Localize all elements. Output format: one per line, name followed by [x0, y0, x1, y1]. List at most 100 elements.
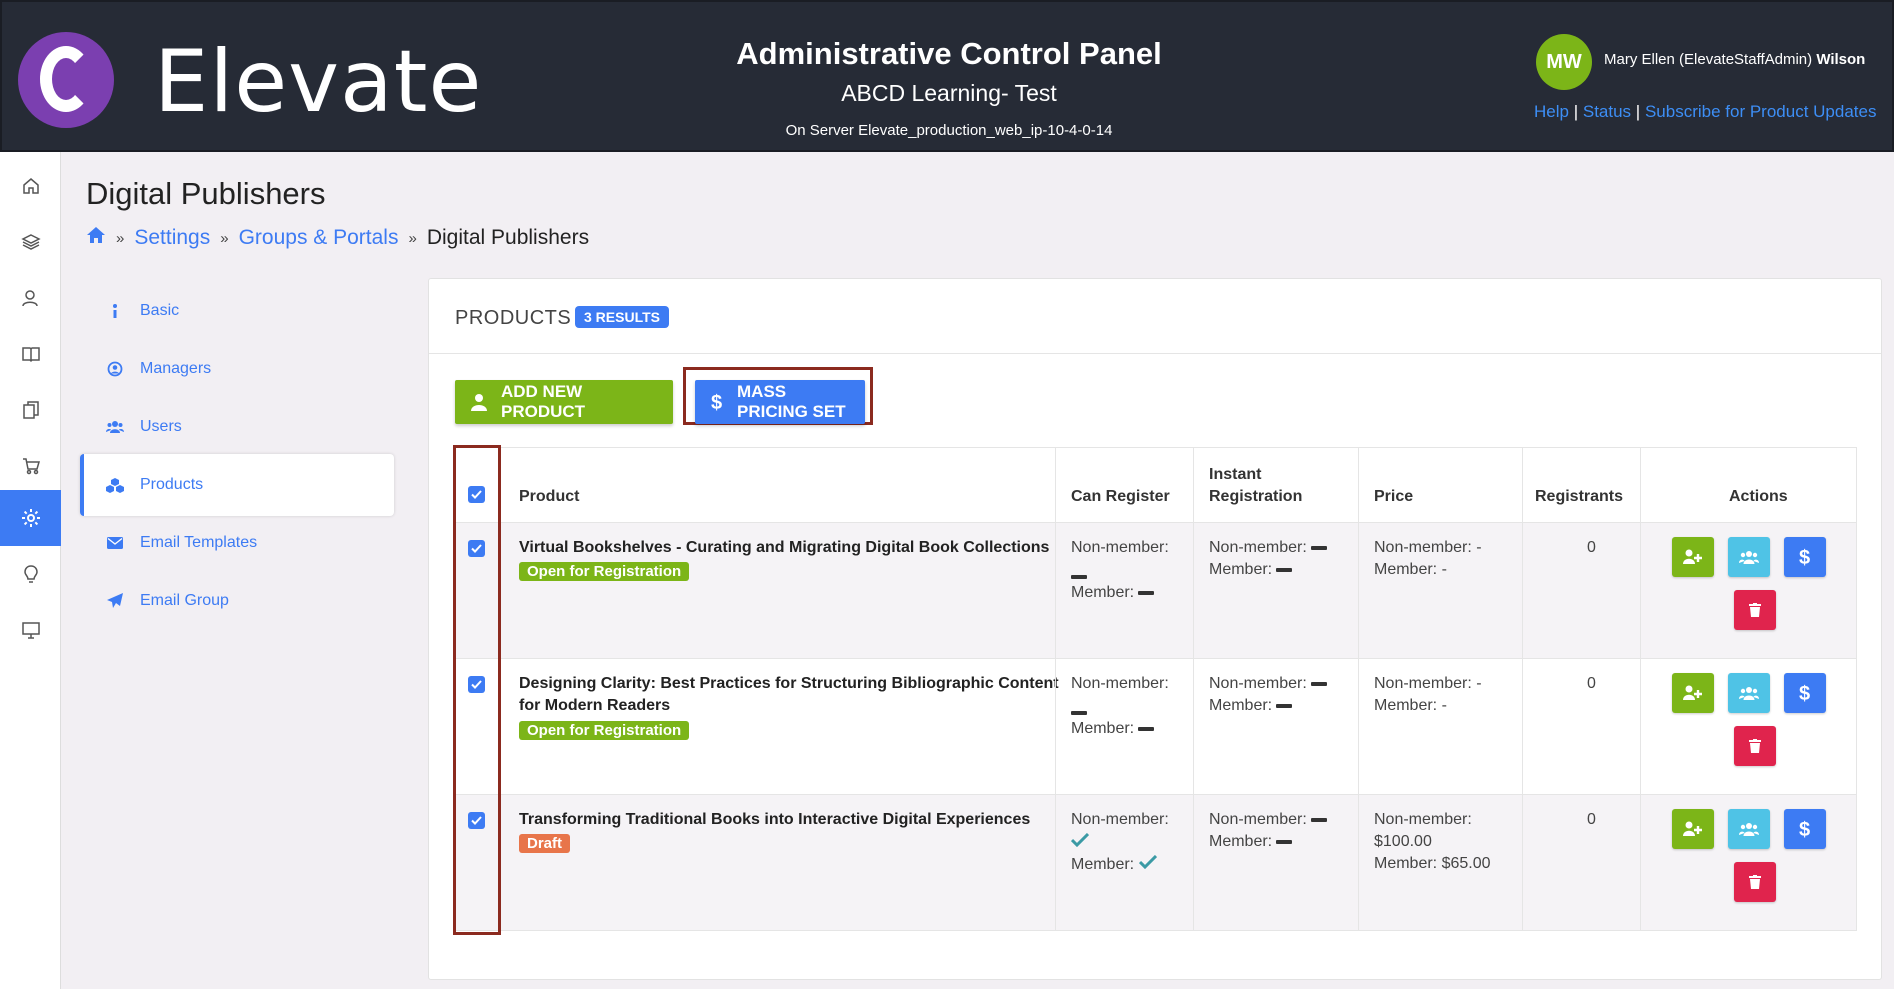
home-icon[interactable] [0, 158, 61, 214]
menu-item-managers[interactable]: Managers [80, 338, 394, 400]
cart-icon[interactable] [0, 438, 61, 494]
delete-button[interactable] [1734, 590, 1776, 630]
view-registrants-button[interactable] [1728, 809, 1770, 849]
menu-item-products[interactable]: Products [80, 454, 394, 516]
price-member: Member: - [1374, 697, 1447, 714]
products-title: PRODUCTS [455, 307, 572, 329]
dash-icon [1138, 590, 1155, 595]
button-label: ADD NEW PRODUCT [501, 382, 586, 421]
menu-item-basic[interactable]: Basic [80, 280, 394, 342]
products-panel-header: PRODUCTS 3 RESULTS [429, 279, 1881, 354]
subscribe-link[interactable]: Subscribe for Product Updates [1645, 102, 1877, 121]
view-registrants-button[interactable] [1728, 673, 1770, 713]
add-registrant-button[interactable] [1672, 537, 1714, 577]
price-nonmember-value: $100.00 [1374, 833, 1432, 850]
price-member: Member: - [1374, 561, 1447, 578]
col-header-can-register[interactable]: Can Register [1071, 486, 1170, 508]
button-label: MASS PRICING SET [737, 382, 846, 421]
member-label: Member: [1209, 697, 1273, 714]
server-info: On Server Elevate_production_web_ip-10-4… [785, 122, 1113, 139]
breadcrumb: » Settings » Groups & Portals » Digital … [86, 226, 589, 250]
menu-label: Basic [140, 302, 180, 319]
link-separator: | [1573, 102, 1579, 121]
menu-label: Products [140, 476, 204, 493]
breadcrumb-separator: » [116, 229, 125, 247]
table-row: Designing Clarity: Best Practices for St… [455, 659, 1857, 795]
add-new-product-button[interactable]: ADD NEW PRODUCT [455, 380, 673, 424]
dash-icon [1310, 545, 1327, 550]
menu-item-users[interactable]: Users [80, 396, 394, 458]
user-circle-icon [104, 361, 126, 377]
col-header-price[interactable]: Price [1374, 486, 1413, 508]
breadcrumb-groups-portals[interactable]: Groups & Portals [239, 226, 399, 250]
home-icon[interactable] [86, 226, 106, 250]
dash-icon [1276, 567, 1293, 572]
menu-label: Email Group [140, 592, 229, 609]
help-link[interactable]: Help [1534, 102, 1569, 121]
lightbulb-icon[interactable] [0, 546, 61, 602]
header-links: Help | Status | Subscribe for Product Up… [1534, 102, 1876, 122]
dollar-icon: $ [711, 392, 723, 412]
breadcrumb-settings[interactable]: Settings [134, 226, 210, 250]
monitor-icon[interactable] [0, 602, 61, 658]
instant-member: Member: [1209, 559, 1293, 581]
product-name[interactable]: Transforming Traditional Books into Inte… [519, 809, 1030, 831]
layers-icon[interactable] [0, 214, 61, 270]
view-registrants-button[interactable] [1728, 537, 1770, 577]
svg-text:$: $ [1799, 547, 1810, 567]
column-divider [1193, 447, 1194, 931]
menu-label: Users [140, 418, 182, 435]
add-registrant-button[interactable] [1672, 809, 1714, 849]
product-name[interactable]: Virtual Bookshelves - Curating and Migra… [519, 537, 1049, 559]
col-header-product[interactable]: Product [519, 486, 579, 508]
dash-icon [1138, 726, 1155, 731]
avatar[interactable]: MW [1536, 34, 1592, 90]
status-badge: Open for Registration [519, 721, 690, 740]
book-icon[interactable] [0, 326, 61, 382]
dash-icon [1276, 703, 1293, 708]
instant-member: Member: [1209, 831, 1293, 853]
cubes-icon [104, 477, 126, 493]
can-register-member: Member: [1071, 582, 1155, 604]
user-name-last: Wilson [1816, 51, 1866, 68]
table-header-row: Product Can Register Instant Registratio… [455, 447, 1857, 523]
menu-item-email-group[interactable]: Email Group [80, 570, 394, 632]
menu-item-email-templates[interactable]: Email Templates [80, 512, 394, 574]
link-separator: | [1635, 102, 1641, 121]
status-badge: Draft [519, 834, 571, 853]
highlight-box-checkboxes [453, 445, 501, 935]
price-member: Member: $65.00 [1374, 855, 1491, 872]
pricing-button[interactable]: $ [1784, 537, 1826, 577]
member-label: Member: [1209, 561, 1273, 578]
dash-icon [1310, 817, 1327, 822]
svg-text:$: $ [1799, 819, 1810, 839]
product-name-line-2[interactable]: for Modern Readers [519, 695, 670, 717]
users-icon[interactable] [0, 270, 61, 326]
can-register-member: Member: [1071, 718, 1155, 740]
col-header-instant-registration[interactable]: Instant [1209, 464, 1261, 486]
delete-button[interactable] [1734, 862, 1776, 902]
pricing-button[interactable]: $ [1784, 673, 1826, 713]
add-registrant-button[interactable] [1672, 673, 1714, 713]
column-divider [1522, 447, 1523, 931]
table-row: Virtual Bookshelves - Curating and Migra… [455, 523, 1857, 659]
col-header-registrants[interactable]: Registrants [1535, 486, 1623, 508]
table-row: Transforming Traditional Books into Inte… [455, 795, 1857, 931]
nonmember-label: Non-member: [1209, 539, 1307, 556]
registrants-count: 0 [1587, 539, 1596, 556]
status-link[interactable]: Status [1583, 102, 1631, 121]
registrants-count: 0 [1587, 675, 1596, 692]
delete-button[interactable] [1734, 726, 1776, 766]
breadcrumb-separator: » [220, 229, 229, 247]
mass-pricing-set-button[interactable]: $ MASS PRICING SET [695, 380, 865, 424]
dash-icon [1276, 839, 1293, 844]
documents-icon[interactable] [0, 382, 61, 438]
product-name[interactable]: Designing Clarity: Best Practices for St… [519, 673, 1059, 695]
pricing-button[interactable]: $ [1784, 809, 1826, 849]
settings-icon[interactable] [0, 490, 61, 546]
col-header-instant-registration-2[interactable]: Registration [1209, 486, 1302, 508]
user-icon [471, 393, 487, 411]
menu-label: Managers [140, 360, 212, 377]
user-name[interactable]: Mary Ellen (ElevateStaffAdmin) Wilson [1604, 51, 1865, 68]
status-badge: Open for Registration [519, 562, 690, 581]
